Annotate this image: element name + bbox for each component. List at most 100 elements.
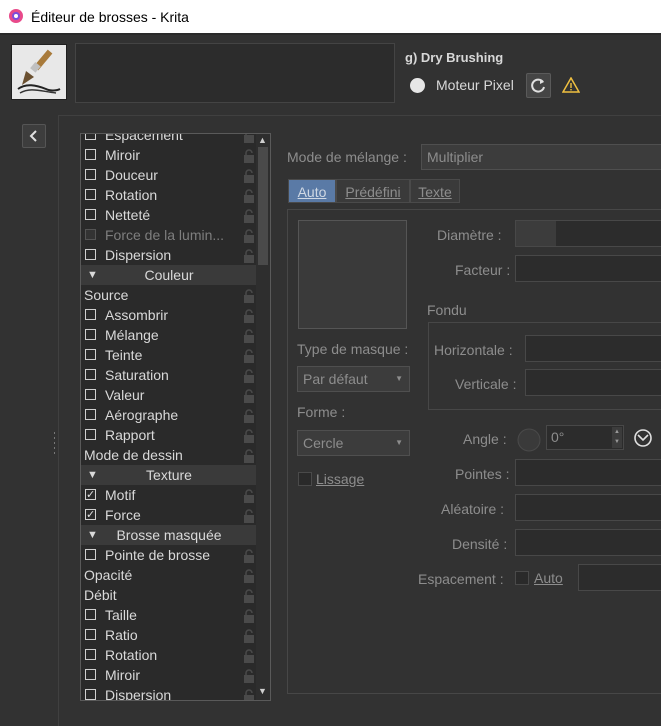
option-row[interactable]: Rotation [81, 645, 257, 665]
lock-icon[interactable] [243, 628, 255, 643]
option-row[interactable]: Miroir [81, 145, 257, 165]
reload-button[interactable] [526, 73, 551, 98]
option-row[interactable]: Netteté [81, 205, 257, 225]
option-row[interactable]: Teinte [81, 345, 257, 365]
angle-dial[interactable] [516, 427, 542, 453]
option-row[interactable]: Taille [81, 605, 257, 625]
option-row[interactable]: Mode de dessin [81, 445, 257, 465]
lock-icon[interactable] [243, 668, 255, 683]
option-checkbox[interactable] [85, 249, 96, 260]
tab-texte[interactable]: Texte [410, 179, 460, 203]
tab-auto[interactable]: Auto [288, 179, 336, 203]
option-row[interactable]: Assombrir [81, 305, 257, 325]
scroll-down-arrow[interactable]: ▼ [258, 686, 267, 696]
option-checkbox[interactable]: ✓ [85, 509, 96, 521]
densite-slider[interactable] [515, 529, 661, 556]
option-checkbox[interactable] [85, 669, 96, 680]
option-checkbox[interactable] [85, 429, 96, 440]
blend-mode-select[interactable]: Multiplier [421, 144, 661, 170]
lock-icon[interactable] [243, 134, 255, 143]
option-checkbox[interactable] [85, 649, 96, 660]
option-checkbox[interactable] [85, 309, 96, 320]
option-checkbox[interactable] [85, 369, 96, 380]
lock-icon[interactable] [243, 648, 255, 663]
verticale-slider[interactable] [525, 369, 661, 396]
lock-icon[interactable] [243, 428, 255, 443]
option-checkbox[interactable] [85, 149, 96, 160]
brush-options-list[interactable]: Espacement Miroir Douceur Rotation Netteté Fo… [80, 133, 258, 701]
lock-icon[interactable] [243, 208, 255, 223]
option-section-header[interactable]: ▼ Texture [81, 465, 257, 485]
option-checkbox[interactable] [85, 349, 96, 360]
aleatoire-slider[interactable] [515, 494, 661, 521]
lock-icon[interactable] [243, 348, 255, 363]
option-checkbox[interactable] [85, 209, 96, 220]
lock-icon[interactable] [243, 488, 255, 503]
option-row[interactable]: Miroir [81, 665, 257, 685]
option-checkbox[interactable] [85, 189, 96, 200]
option-row[interactable]: Ratio [81, 625, 257, 645]
option-row[interactable]: Dispersion [81, 685, 257, 700]
option-row[interactable]: Douceur [81, 165, 257, 185]
option-row[interactable]: Dispersion [81, 245, 257, 265]
scroll-up-arrow[interactable]: ▲ [258, 135, 267, 145]
option-row[interactable]: Pointe de brosse [81, 545, 257, 565]
brush-thumbnail[interactable] [11, 44, 67, 100]
option-checkbox[interactable] [85, 329, 96, 340]
lock-icon[interactable] [243, 228, 255, 243]
lock-icon[interactable] [243, 368, 255, 383]
option-row[interactable]: Source [81, 285, 257, 305]
facteur-slider[interactable] [515, 255, 661, 282]
lock-icon[interactable] [243, 508, 255, 523]
lock-icon[interactable] [243, 188, 255, 203]
option-row[interactable]: Rotation [81, 185, 257, 205]
reset-angle-icon[interactable] [632, 427, 654, 449]
option-checkbox[interactable] [85, 689, 96, 700]
preset-description[interactable] [75, 43, 395, 103]
lock-icon[interactable] [243, 168, 255, 183]
lock-icon[interactable] [243, 388, 255, 403]
tab-predefini[interactable]: Prédéfini [336, 179, 410, 203]
lissage-checkbox[interactable] [298, 472, 312, 486]
lock-icon[interactable] [243, 248, 255, 263]
espacement-auto-checkbox[interactable] [515, 571, 529, 585]
forme-select[interactable]: Cercle ▼ [297, 430, 410, 456]
lock-icon[interactable] [243, 548, 255, 563]
option-checkbox[interactable] [85, 389, 96, 400]
option-row[interactable]: Aérographe [81, 405, 257, 425]
option-row[interactable]: Opacité [81, 565, 257, 585]
option-row[interactable]: ✓ Force [81, 505, 257, 525]
lock-icon[interactable] [243, 328, 255, 343]
lock-icon[interactable] [243, 448, 255, 463]
option-row[interactable]: Valeur [81, 385, 257, 405]
pointes-slider[interactable] [515, 459, 661, 486]
option-row[interactable]: Force de la lumin... [81, 225, 257, 245]
lock-icon[interactable] [243, 568, 255, 583]
option-section-header[interactable]: ▼ Couleur [81, 265, 257, 285]
option-checkbox[interactable] [85, 229, 96, 240]
option-checkbox[interactable]: ✓ [85, 489, 96, 501]
option-checkbox[interactable] [85, 549, 96, 560]
lock-icon[interactable] [243, 148, 255, 163]
option-row[interactable]: Débit [81, 585, 257, 605]
option-row[interactable]: ✓ Motif [81, 485, 257, 505]
lock-icon[interactable] [243, 408, 255, 423]
option-checkbox[interactable] [85, 169, 96, 180]
diametre-slider[interactable] [515, 220, 661, 247]
option-row[interactable]: Rapport [81, 425, 257, 445]
option-checkbox[interactable] [85, 609, 96, 620]
scrollbar-thumb[interactable] [258, 147, 268, 265]
option-checkbox[interactable] [85, 409, 96, 420]
option-checkbox[interactable] [85, 629, 96, 640]
lock-icon[interactable] [243, 288, 255, 303]
collapse-presets-button[interactable] [22, 124, 46, 148]
lock-icon[interactable] [243, 308, 255, 323]
horizontale-slider[interactable] [525, 335, 661, 362]
option-row[interactable]: Espacement [81, 134, 257, 145]
option-section-header[interactable]: ▼ Brosse masquée [81, 525, 257, 545]
lock-icon[interactable] [243, 608, 255, 623]
lock-icon[interactable] [243, 688, 255, 700]
lock-icon[interactable] [243, 588, 255, 603]
option-row[interactable]: Mélange [81, 325, 257, 345]
splitter-grip[interactable] [53, 432, 56, 454]
